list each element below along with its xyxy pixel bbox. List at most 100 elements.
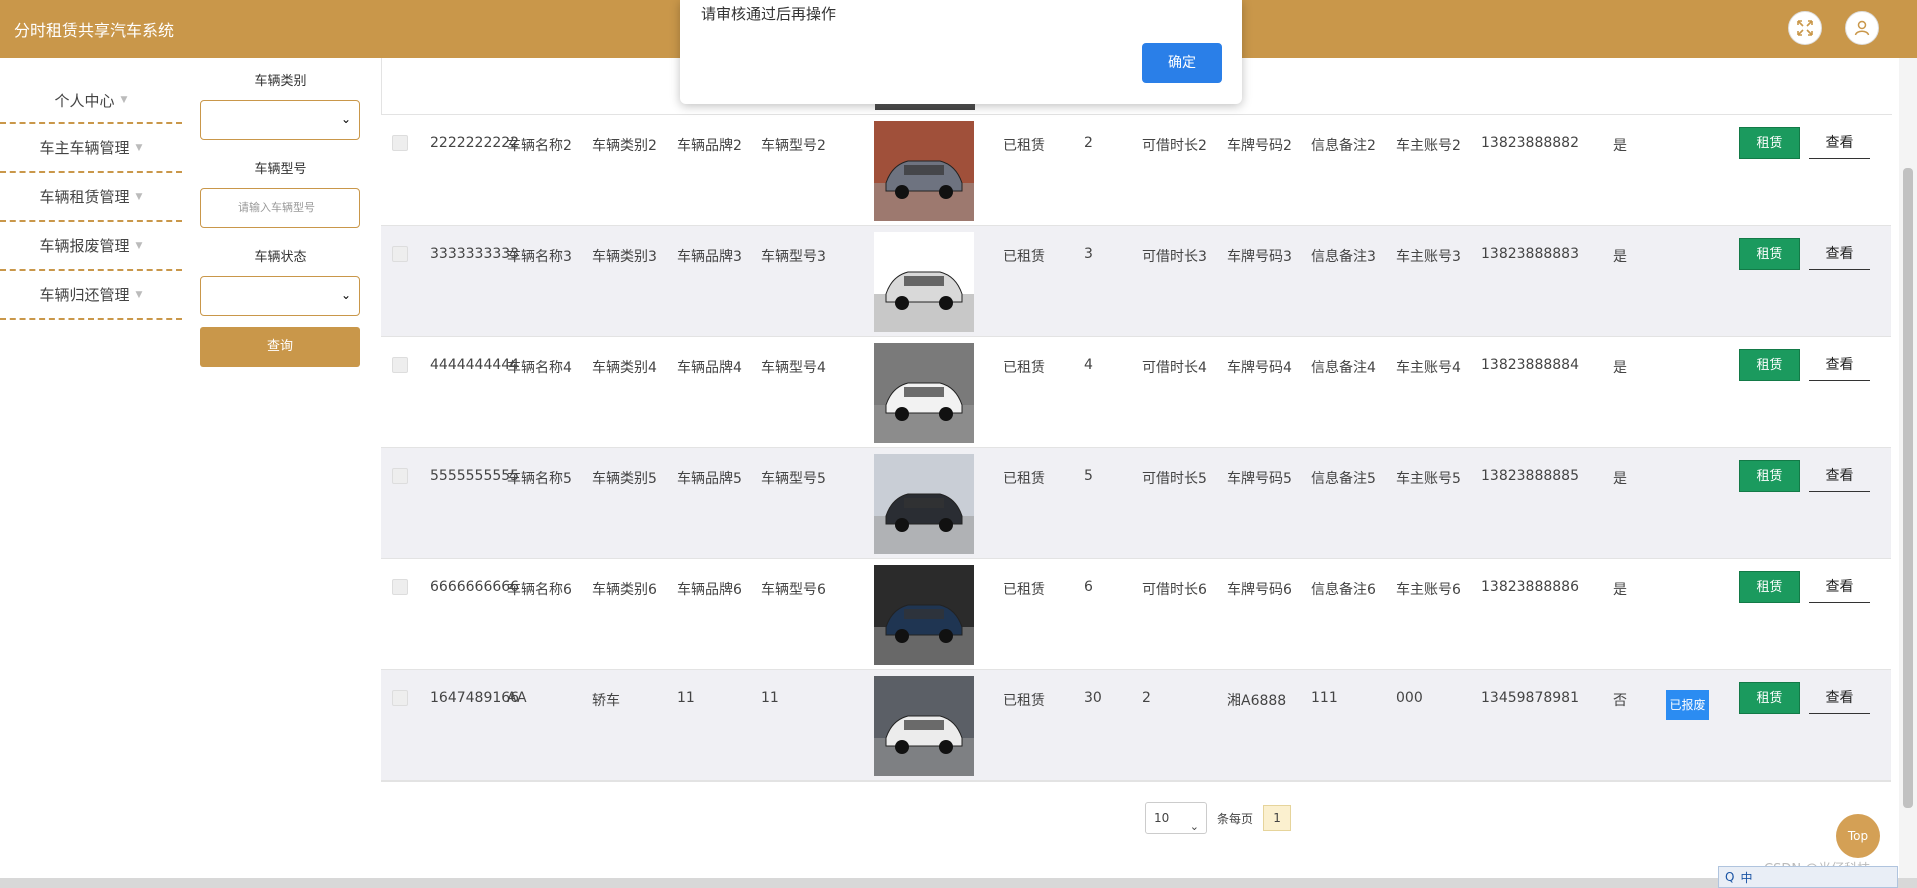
cell-name: AA <box>507 690 527 706</box>
category-select[interactable]: ⌄ <box>200 100 360 140</box>
ime-tray: Q 中 <box>1718 866 1898 888</box>
caret-down-icon: ▼ <box>120 95 128 105</box>
row-checkbox[interactable] <box>392 246 408 262</box>
cell-plate: 湘A6888 <box>1227 693 1287 709</box>
cell-model: 车辆型号5 <box>761 471 826 487</box>
view-button[interactable]: 查看 <box>1809 571 1870 603</box>
view-button[interactable]: 查看 <box>1809 682 1870 714</box>
status-select[interactable]: ⌄ <box>200 276 360 316</box>
cell-owner: 车主账号6 <box>1396 582 1461 598</box>
view-button[interactable]: 查看 <box>1809 460 1870 492</box>
sidebar-item-label: 车主车辆管理 <box>39 139 130 157</box>
vertical-scrollbar[interactable] <box>1899 58 1917 878</box>
rent-button[interactable]: 租赁 <box>1739 127 1800 159</box>
scrap-status-badge[interactable]: 已报废 <box>1666 690 1709 720</box>
sidebar-item-rental-management[interactable]: 车辆租赁管理 ▼ <box>0 173 182 222</box>
cell-id: 4444444444 <box>430 357 520 373</box>
ime-q-icon[interactable]: Q <box>1725 870 1734 884</box>
back-to-top-button[interactable]: Top <box>1836 814 1880 858</box>
model-input[interactable]: 请输入车辆型号 <box>200 188 360 228</box>
view-button[interactable]: 查看 <box>1809 127 1870 159</box>
row-checkbox[interactable] <box>392 468 408 484</box>
row-checkbox[interactable] <box>392 579 408 595</box>
cell-duration: 可借时长5 <box>1142 471 1207 487</box>
rent-button[interactable]: 租赁 <box>1739 460 1800 492</box>
cell-phone: 13823888885 <box>1481 468 1579 484</box>
cell-name: 车辆名称4 <box>507 360 572 376</box>
rent-button[interactable]: 租赁 <box>1739 238 1800 270</box>
page-size-select[interactable]: 10 ⌄ <box>1145 802 1207 834</box>
table-row: 3333333333 车辆名称3 车辆类别3 车辆品牌3 车辆型号3 已租赁 3 可借时长3 车… <box>381 226 1891 337</box>
query-button[interactable]: 查询 <box>200 327 360 367</box>
cell-id: 3333333333 <box>430 246 520 262</box>
cell-status: 已租赁 <box>1003 582 1045 598</box>
ime-lang[interactable]: 中 <box>1740 869 1752 886</box>
car-image <box>874 232 974 332</box>
user-icon[interactable] <box>1845 11 1879 45</box>
cell-owner: 000 <box>1396 690 1423 706</box>
cell-status: 已租赁 <box>1003 471 1045 487</box>
row-checkbox[interactable] <box>392 357 408 373</box>
dialog-ok-button[interactable]: 确定 <box>1142 43 1222 83</box>
cell-duration: 可借时长2 <box>1142 138 1207 154</box>
cell-id: 5555555555 <box>430 468 520 484</box>
car-image <box>874 565 974 665</box>
rent-button[interactable]: 租赁 <box>1739 349 1800 381</box>
app-title: 分时租赁共享汽车系统 <box>14 21 175 40</box>
row-checkbox[interactable] <box>392 135 408 151</box>
sidebar-item-scrap-management[interactable]: 车辆报废管理 ▼ <box>0 222 182 271</box>
cell-model: 车辆型号3 <box>761 249 826 265</box>
row-checkbox[interactable] <box>392 690 408 706</box>
cell-plate: 车牌号码6 <box>1227 582 1292 598</box>
view-button[interactable]: 查看 <box>1809 349 1870 381</box>
horizontal-scrollbar[interactable] <box>0 878 1917 888</box>
cell-note: 111 <box>1311 690 1338 706</box>
cell-count: 2 <box>1084 135 1093 151</box>
view-button[interactable]: 查看 <box>1809 238 1870 270</box>
cell-owner: 车主账号5 <box>1396 471 1461 487</box>
rent-button[interactable]: 租赁 <box>1739 571 1800 603</box>
chevron-down-icon: ⌄ <box>340 112 351 126</box>
cell-phone: 13459878981 <box>1481 690 1579 706</box>
table-row: 6666666666 车辆名称6 车辆类别6 车辆品牌6 车辆型号6 已租赁 6 可借时长6 车… <box>381 559 1891 670</box>
chevron-down-icon: ⌄ <box>340 288 351 302</box>
cell-name: 车辆名称2 <box>507 138 572 154</box>
alert-dialog: 请审核通过后再操作 确定 <box>680 0 1242 104</box>
cell-flag: 是 <box>1613 138 1627 154</box>
cell-category: 车辆类别4 <box>592 360 657 376</box>
caret-down-icon: ▼ <box>135 240 143 251</box>
page-number[interactable]: 1 <box>1263 805 1292 831</box>
sidebar: 个人中心 ▼ 车主车辆管理 ▼ 车辆租赁管理 ▼ 车辆报废管理 ▼ 车辆归还管理 ▼ <box>0 78 182 320</box>
fullscreen-icon[interactable] <box>1788 11 1822 45</box>
sidebar-item-label: 车辆归还管理 <box>39 286 130 304</box>
cell-duration: 2 <box>1142 690 1151 706</box>
sidebar-item-personal-center[interactable]: 个人中心 ▼ <box>0 78 182 124</box>
sidebar-item-return-management[interactable]: 车辆归还管理 ▼ <box>0 271 182 320</box>
cell-note: 信息备注2 <box>1311 138 1376 154</box>
cell-phone: 13823888882 <box>1481 135 1579 151</box>
rent-button[interactable]: 租赁 <box>1739 682 1800 714</box>
category-filter-label: 车辆类别 <box>254 74 307 89</box>
cell-plate: 车牌号码2 <box>1227 138 1292 154</box>
cell-flag: 是 <box>1613 471 1627 487</box>
cell-owner: 车主账号2 <box>1396 138 1461 154</box>
sidebar-item-label: 车辆租赁管理 <box>39 188 130 206</box>
cell-note: 信息备注6 <box>1311 582 1376 598</box>
cell-plate: 车牌号码3 <box>1227 249 1292 265</box>
filter-panel: 车辆类别 ⌄ 车辆型号 请输入车辆型号 车辆状态 ⌄ 查询 <box>200 58 361 367</box>
caret-down-icon: ▼ <box>135 191 143 202</box>
sidebar-item-owner-vehicles[interactable]: 车主车辆管理 ▼ <box>0 124 182 173</box>
chevron-down-icon: ⌄ <box>1189 820 1199 833</box>
scrollbar-thumb[interactable] <box>1903 168 1913 808</box>
cell-phone: 13823888884 <box>1481 357 1579 373</box>
cell-phone: 13823888886 <box>1481 579 1579 595</box>
cell-flag: 否 <box>1613 693 1627 709</box>
cell-model: 车辆型号6 <box>761 582 826 598</box>
cell-model: 车辆型号2 <box>761 138 826 154</box>
car-image <box>874 454 974 554</box>
cell-duration: 可借时长4 <box>1142 360 1207 376</box>
cell-category: 车辆类别3 <box>592 249 657 265</box>
per-page-label: 条每页 <box>1217 811 1254 826</box>
cell-status: 已租赁 <box>1003 138 1045 154</box>
cell-category: 车辆类别5 <box>592 471 657 487</box>
